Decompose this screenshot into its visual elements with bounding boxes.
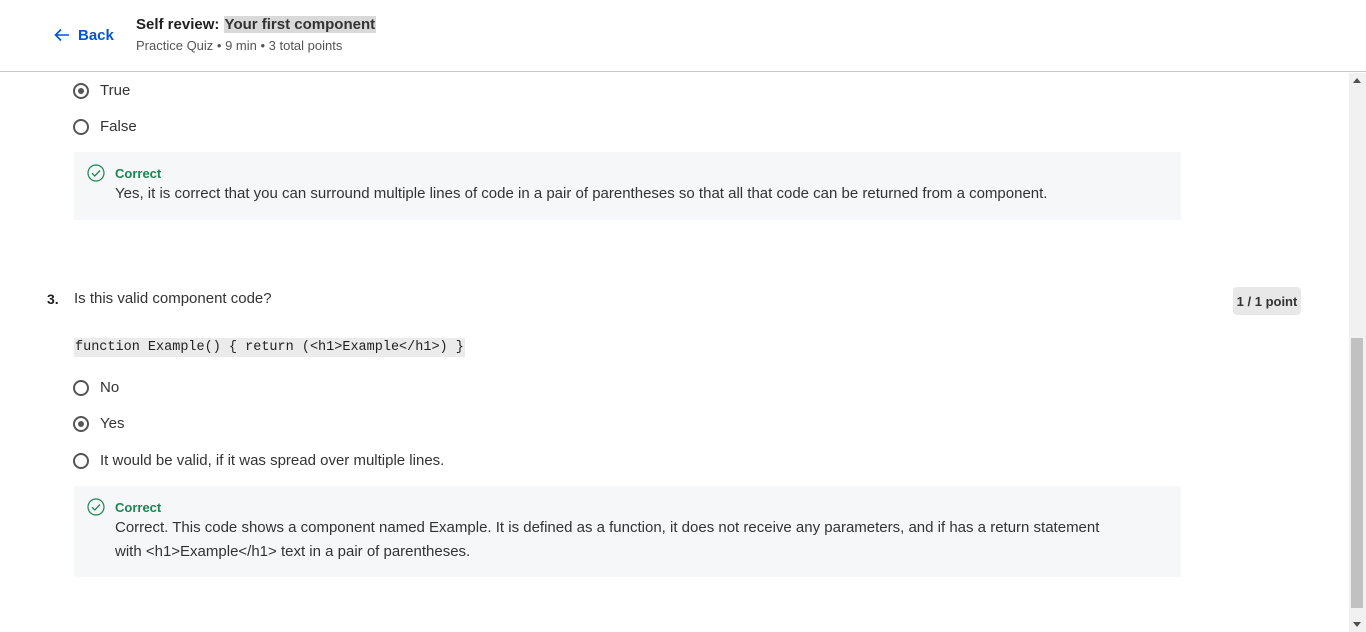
title-prefix: Self review: — [136, 16, 224, 33]
quiz-content: True False Correct Yes, it is correct th… — [0, 73, 1349, 632]
check-circle-icon — [87, 164, 105, 182]
code-snippet: function Example() { return (<h1>Example… — [74, 338, 465, 357]
points-badge: 1 / 1 point — [1233, 287, 1301, 315]
vertical-scrollbar[interactable] — [1349, 73, 1366, 632]
feedback-title: Correct — [115, 500, 162, 515]
q2-feedback: Correct Yes, it is correct that you can … — [74, 152, 1181, 220]
radio-button[interactable] — [73, 379, 89, 396]
option-label: No — [100, 379, 120, 396]
q2-option-false[interactable]: False — [73, 118, 137, 135]
feedback-text: Correct. This code shows a component nam… — [115, 519, 1100, 560]
arrow-left-icon — [54, 28, 69, 42]
option-label: It would be valid, if it was spread over… — [100, 452, 445, 469]
q3-feedback: Correct Correct. This code shows a compo… — [74, 486, 1181, 577]
q3-option-no[interactable]: No — [73, 379, 119, 396]
q2-option-true[interactable]: True — [73, 82, 130, 99]
radio-button[interactable] — [73, 118, 89, 135]
option-label: True — [100, 82, 131, 99]
feedback-title: Correct — [115, 166, 162, 181]
option-label: Yes — [100, 415, 125, 432]
option-label: False — [100, 118, 137, 135]
scrollbar-thumb[interactable] — [1351, 338, 1363, 608]
page-title: Self review: Your first component — [136, 16, 377, 33]
title-highlight: Your first component — [223, 16, 377, 33]
quiz-title-block: Self review: Your first component Practi… — [136, 16, 377, 53]
question-number: 3. — [47, 291, 59, 307]
scroll-down-icon[interactable] — [1353, 622, 1361, 627]
check-circle-icon — [87, 498, 105, 516]
quiz-meta: Practice Quiz • 9 min • 3 total points — [136, 38, 343, 53]
question-text: Is this valid component code? — [74, 290, 272, 307]
feedback-text: Yes, it is correct that you can surround… — [115, 185, 1048, 202]
radio-button-checked[interactable] — [73, 415, 89, 432]
q3-option-yes[interactable]: Yes — [73, 415, 124, 432]
back-button[interactable]: Back — [52, 25, 114, 45]
scroll-up-icon[interactable] — [1353, 78, 1361, 83]
radio-button-checked[interactable] — [73, 82, 89, 99]
radio-button[interactable] — [73, 452, 89, 469]
q3-option-multiline[interactable]: It would be valid, if it was spread over… — [73, 452, 444, 469]
quiz-header: Back Self review: Your first component P… — [0, 0, 1366, 72]
back-label: Back — [78, 26, 114, 44]
